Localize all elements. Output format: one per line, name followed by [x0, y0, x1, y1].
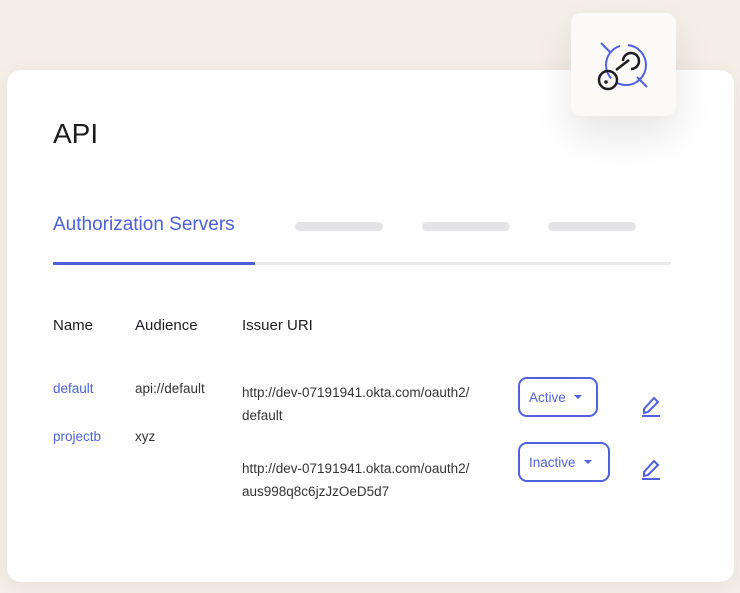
page-title: API	[53, 118, 99, 149]
tab-authorization-servers[interactable]: Authorization Servers	[53, 214, 235, 236]
column-header-name: Name	[53, 317, 94, 334]
audience: api://default	[135, 381, 205, 396]
pencil-icon[interactable]	[640, 456, 662, 480]
column-header-issuer-uri: Issuer URI	[242, 317, 313, 334]
api-key-icon	[597, 42, 648, 91]
status-dropdown[interactable]: Active	[518, 377, 598, 417]
server-name-link[interactable]: default	[53, 381, 94, 396]
caret-down-icon	[573, 395, 582, 399]
tab-placeholder[interactable]	[295, 222, 383, 231]
status-dropdown[interactable]: Inactive	[518, 442, 610, 482]
server-name-link[interactable]: projectb	[53, 429, 101, 444]
issuer-uri-suffix: default	[242, 408, 283, 423]
issuer-uri: http://dev-07191941.okta.com/oauth2/	[242, 385, 470, 400]
caret-down-icon	[583, 460, 592, 464]
active-tab-indicator	[53, 262, 255, 265]
status-value: Inactive	[529, 454, 576, 470]
column-header-audience: Audience	[135, 317, 198, 334]
tab-placeholder[interactable]	[548, 222, 636, 231]
status-value: Active	[529, 389, 566, 405]
tab-placeholder[interactable]	[422, 222, 510, 231]
pencil-icon[interactable]	[640, 393, 662, 417]
api-card	[7, 70, 734, 582]
api-key-tile	[571, 13, 676, 116]
issuer-uri: http://dev-07191941.okta.com/oauth2/	[242, 461, 470, 476]
issuer-uri-suffix: aus998q8c6jzJzOeD5d7	[242, 484, 390, 499]
audience: xyz	[135, 429, 156, 444]
